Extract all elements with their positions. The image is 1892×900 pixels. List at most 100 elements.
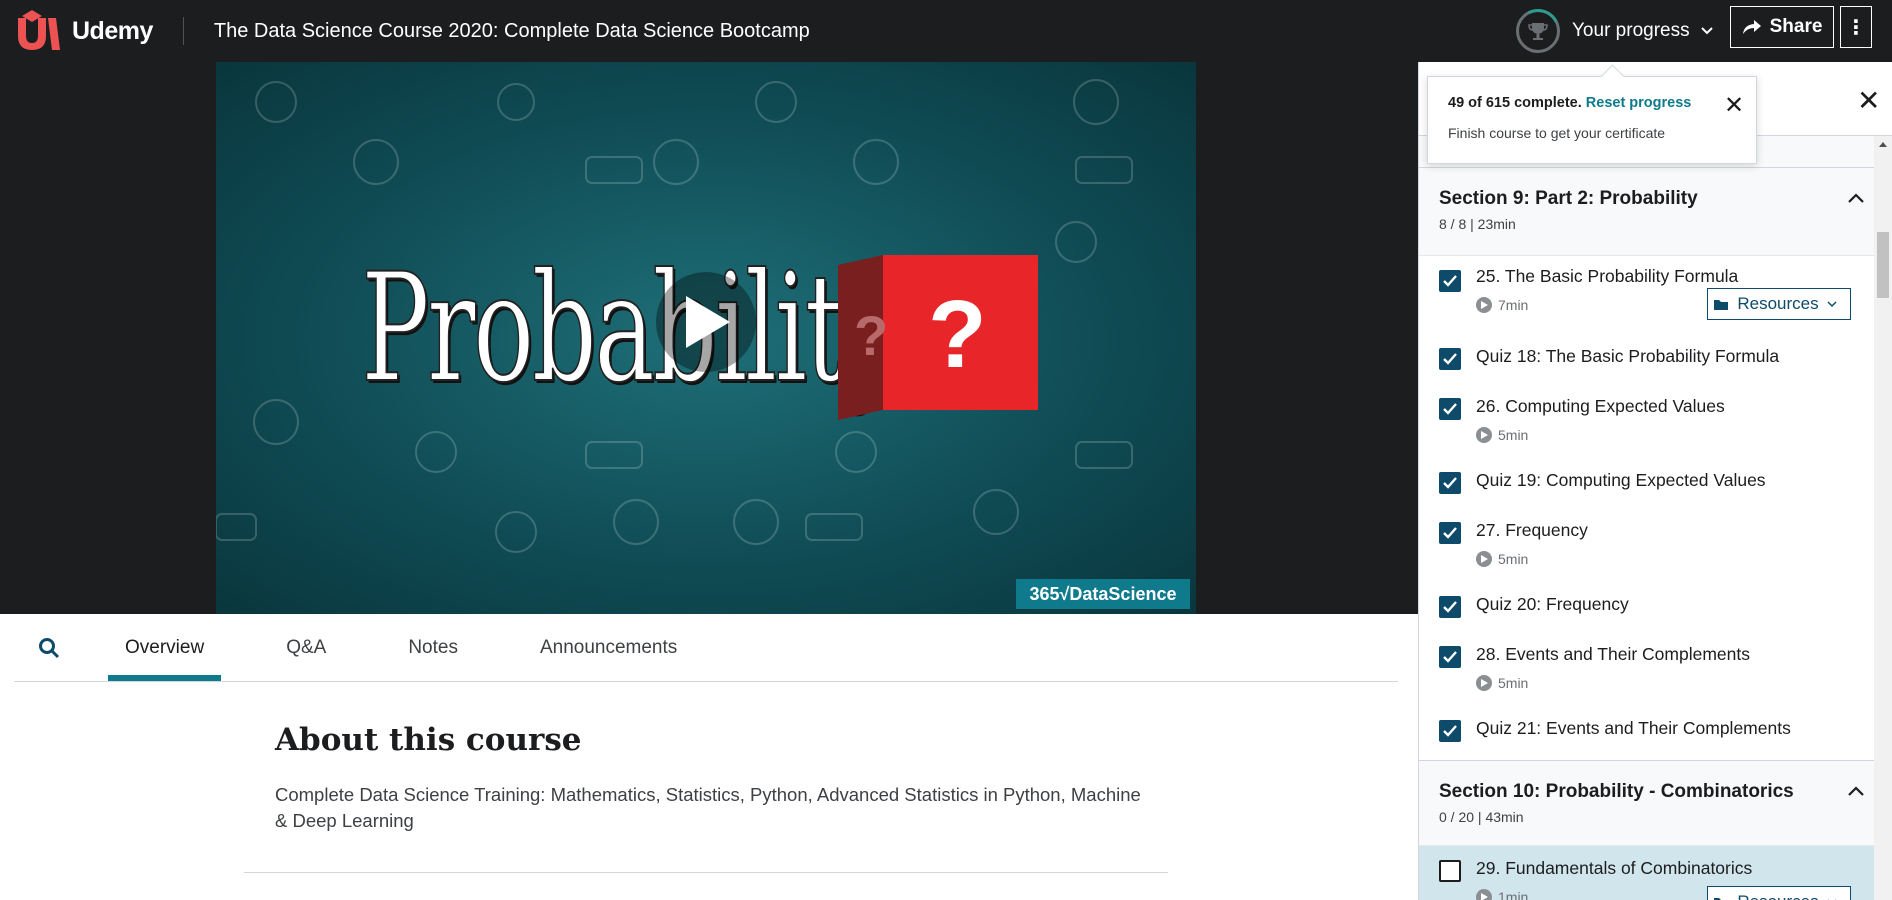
resources-button[interactable]: Resources [1707, 288, 1851, 320]
question-cube-graphic: ? ? [838, 255, 1038, 420]
quiz-item[interactable]: Quiz 20: Frequency [1419, 584, 1892, 634]
tab-overview[interactable]: Overview [108, 614, 222, 681]
checkmark-icon [1443, 353, 1457, 365]
checkmark-icon [1443, 651, 1457, 663]
checkmark-icon [1443, 527, 1457, 539]
completed-checkbox[interactable] [1439, 720, 1461, 742]
quiz-title: Quiz 21: Events and Their Complements [1476, 718, 1791, 738]
completed-checkbox[interactable] [1439, 522, 1461, 544]
section-meta: 0 / 20 | 43min [1439, 809, 1524, 825]
lecture-duration: 5min [1476, 551, 1892, 567]
completed-checkbox[interactable] [1439, 596, 1461, 618]
lecture-item[interactable]: 27. Frequency 5min [1419, 510, 1892, 584]
course-content-sidebar: ✕ Section 9: Part 2: Probability 8 / 8 |… [1418, 62, 1892, 900]
lecture-title: 27. Frequency [1476, 520, 1588, 540]
checkmark-icon [1443, 477, 1457, 489]
about-divider [244, 872, 1168, 873]
lecture-title: 26. Computing Expected Values [1476, 396, 1725, 416]
share-label: Share [1769, 16, 1823, 37]
udemy-logo[interactable]: Udemy [14, 0, 153, 62]
udemy-logo-icon [18, 10, 60, 50]
video-frame[interactable]: Probability ? ? 365√DataScience [216, 62, 1196, 614]
share-button[interactable]: Share [1730, 6, 1834, 48]
lecture-duration: 5min [1476, 675, 1892, 691]
close-popover-icon[interactable]: ✕ [1724, 91, 1744, 120]
quiz-title: Quiz 18: The Basic Probability Formula [1476, 346, 1780, 366]
section-header[interactable]: Section 9: Part 2: Probability 8 / 8 | 2… [1419, 168, 1892, 256]
search-icon [39, 637, 60, 658]
lecture-duration: 5min [1476, 427, 1892, 443]
scrollbar-thumb[interactable] [1877, 232, 1889, 298]
progress-dropdown[interactable]: Your progress [1516, 0, 1714, 62]
chevron-down-icon [1827, 300, 1837, 307]
checkmark-icon [1443, 725, 1457, 737]
tab-announcements[interactable]: Announcements [523, 614, 694, 681]
sidebar-scrollbar[interactable] [1874, 136, 1892, 900]
course-tabs: Overview Q&A Notes Announcements [14, 614, 1398, 682]
popover-subtext: Finish course to get your certificate [1448, 125, 1666, 141]
lecture-item-current[interactable]: 29. Fundamentals of Combinatorics 1min R… [1419, 846, 1892, 900]
brand-watermark: 365√DataScience [1016, 579, 1190, 609]
play-circle-icon [1476, 675, 1492, 691]
popover-progress-line: 49 of 615 complete. Reset progress [1448, 95, 1736, 111]
more-options-button[interactable]: ⋮ [1840, 6, 1872, 48]
more-vertical-icon: ⋮ [1846, 16, 1866, 39]
lecture-item[interactable]: 26. Computing Expected Values 5min [1419, 386, 1892, 460]
play-icon [686, 296, 730, 348]
section-title: Section 9: Part 2: Probability [1439, 188, 1698, 209]
section-header[interactable]: Section 10: Probability - Combinatorics … [1419, 760, 1892, 846]
checkmark-icon [1443, 601, 1457, 613]
progress-popover: 49 of 615 complete. Reset progress Finish… [1427, 76, 1757, 164]
incomplete-checkbox[interactable] [1439, 860, 1461, 882]
completed-checkbox[interactable] [1439, 270, 1461, 292]
top-header: Udemy The Data Science Course 2020: Comp… [0, 0, 1892, 62]
scroll-up-arrow-icon[interactable] [1879, 142, 1887, 147]
completed-checkbox[interactable] [1439, 472, 1461, 494]
video-player[interactable]: Probability ? ? 365√DataScience [0, 62, 1418, 614]
course-title[interactable]: The Data Science Course 2020: Complete D… [214, 20, 810, 43]
chevron-up-icon [1848, 786, 1864, 796]
play-circle-icon [1476, 889, 1492, 900]
quiz-title: Quiz 20: Frequency [1476, 594, 1629, 614]
lecture-item[interactable]: 25. The Basic Probability Formula 7min R… [1419, 256, 1892, 336]
play-circle-icon [1476, 551, 1492, 567]
checkmark-icon [1443, 275, 1457, 287]
lecture-title: 29. Fundamentals of Combinatorics [1476, 858, 1753, 878]
lecture-title: 28. Events and Their Complements [1476, 644, 1750, 664]
chevron-down-icon [1700, 27, 1713, 35]
quiz-item[interactable]: Quiz 21: Events and Their Complements [1419, 708, 1892, 760]
folder-icon [1714, 299, 1729, 310]
play-circle-icon [1476, 297, 1492, 313]
progress-label: Your progress [1572, 20, 1690, 41]
svg-text:?: ? [854, 304, 888, 367]
completed-checkbox[interactable] [1439, 646, 1461, 668]
trophy-icon [1528, 23, 1548, 40]
quiz-title: Quiz 19: Computing Expected Values [1476, 470, 1766, 490]
tab-notes[interactable]: Notes [391, 614, 475, 681]
svg-text:?: ? [928, 281, 987, 388]
lecture-title: 25. The Basic Probability Formula [1476, 266, 1739, 286]
quiz-item[interactable]: Quiz 18: The Basic Probability Formula [1419, 336, 1892, 386]
chevron-up-icon [1848, 193, 1864, 203]
video-title-word: Probability [360, 241, 901, 417]
reset-progress-link[interactable]: Reset progress [1586, 95, 1692, 111]
progress-ring [1516, 9, 1560, 53]
search-tab[interactable] [14, 614, 84, 681]
completed-checkbox[interactable] [1439, 398, 1461, 420]
lecture-item[interactable]: 28. Events and Their Complements 5min [1419, 634, 1892, 708]
logo-text: Udemy [72, 16, 153, 45]
play-button[interactable] [656, 272, 756, 372]
checkmark-icon [1443, 403, 1457, 415]
close-sidebar-icon[interactable]: ✕ [1857, 84, 1880, 117]
about-description: Complete Data Science Training: Mathemat… [275, 784, 1141, 831]
quiz-item[interactable]: Quiz 19: Computing Expected Values [1419, 460, 1892, 510]
resources-button[interactable]: Resources [1707, 886, 1851, 900]
header-divider [182, 17, 184, 45]
completion-count: 49 of 615 complete. [1448, 95, 1582, 111]
share-arrow-icon [1742, 20, 1761, 34]
play-circle-icon [1476, 427, 1492, 443]
tab-qa[interactable]: Q&A [269, 614, 343, 681]
about-heading: About this course [275, 722, 582, 758]
section-meta: 8 / 8 | 23min [1439, 216, 1516, 232]
completed-checkbox[interactable] [1439, 348, 1461, 370]
